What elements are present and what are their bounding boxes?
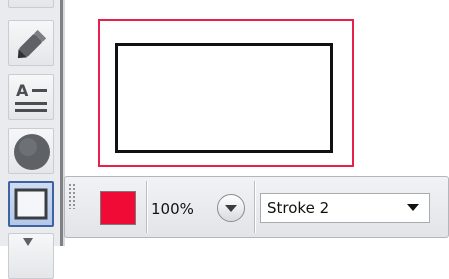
stroke-select[interactable]: Stroke 2 [260, 193, 430, 223]
rectangle-shape[interactable] [115, 43, 333, 153]
rectangle-icon [14, 188, 48, 220]
tool-palette: A [0, 0, 60, 279]
svg-text:A: A [16, 81, 29, 100]
separator [146, 181, 147, 233]
properties-bar: 100% Stroke 2 [64, 176, 449, 238]
pencil-icon [17, 29, 47, 59]
separator [254, 181, 255, 233]
arrow-icon [23, 238, 33, 246]
circle-icon [14, 134, 50, 170]
opacity-value: 100% [151, 200, 194, 218]
rectangle-tool-button[interactable] [8, 181, 54, 227]
chevron-down-icon [225, 205, 237, 212]
tool-top-partial[interactable] [8, 0, 54, 8]
caret-down-icon [407, 204, 419, 211]
pen-tool-button[interactable] [8, 20, 54, 66]
tool-bottom-partial[interactable] [8, 233, 54, 279]
stroke-select-value: Stroke 2 [267, 199, 330, 217]
text-tool-button[interactable]: A [8, 74, 54, 120]
drag-grip-handle[interactable] [68, 183, 76, 209]
ellipse-tool-button[interactable] [8, 128, 54, 174]
color-swatch[interactable] [100, 191, 136, 225]
opacity-dropdown-button[interactable] [217, 194, 245, 222]
text-icon: A [15, 81, 47, 112]
